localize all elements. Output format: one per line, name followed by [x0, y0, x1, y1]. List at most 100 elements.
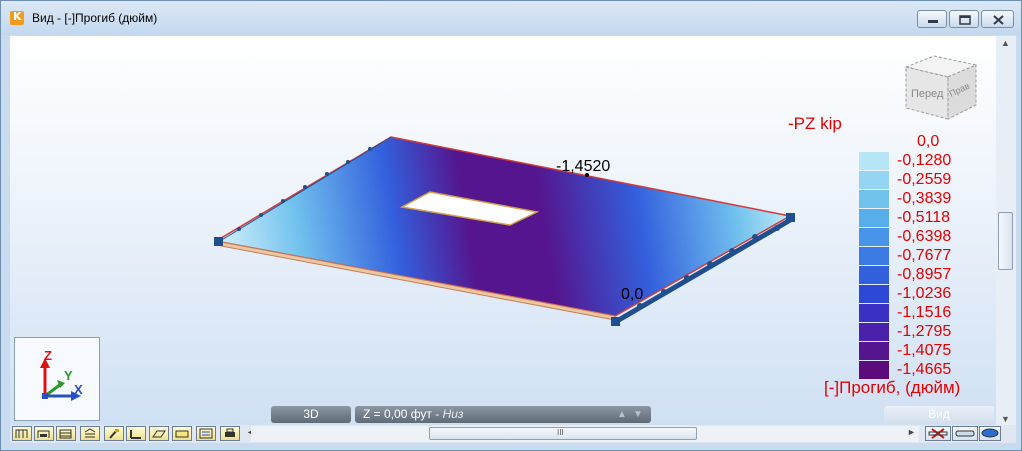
- grid-icon: [15, 429, 28, 438]
- legend-swatch: [859, 304, 889, 322]
- legend-value: 0,0: [917, 133, 940, 150]
- numbers-button[interactable]: [196, 426, 216, 441]
- legend-row: -0,8957: [859, 266, 979, 285]
- scroll-down-icon[interactable]: ▼: [1001, 414, 1010, 424]
- horizontal-scrollbar[interactable]: III ►: [251, 426, 919, 442]
- legend-value: -0,2559: [897, 171, 952, 188]
- legend-value: -0,1280: [897, 152, 952, 169]
- scroll-up-icon[interactable]: ▲: [1001, 38, 1010, 48]
- view-button[interactable]: Вид: [884, 406, 994, 423]
- legend-row: -0,2559: [859, 171, 979, 190]
- legend-value: -1,1516: [897, 304, 952, 321]
- slab-icon: [37, 430, 50, 438]
- pipe-icon: [955, 430, 975, 437]
- cube-front-label: Перед: [911, 88, 944, 100]
- legend-swatch: [859, 152, 889, 170]
- slab-surface: [213, 136, 793, 317]
- beam-button[interactable]: [126, 426, 146, 441]
- minimize-icon: [928, 20, 938, 23]
- support-end-right: [786, 213, 795, 222]
- wall-icon: [59, 429, 72, 439]
- view-cube[interactable]: Перед Прав: [894, 53, 984, 130]
- legend-swatch: [859, 285, 889, 303]
- restore-icon: [959, 15, 971, 25]
- wall-button[interactable]: [56, 426, 76, 441]
- legend-swatch: [859, 266, 889, 284]
- view-icon: [981, 428, 999, 438]
- view-cube-icon: Перед Прав: [904, 55, 978, 120]
- axis-x-label: X: [74, 382, 83, 397]
- foundation-button[interactable]: [80, 426, 100, 441]
- print-icon: [225, 428, 235, 437]
- plate-button[interactable]: [149, 426, 169, 441]
- legend-value: -1,0236: [897, 285, 952, 302]
- axis-z-label: Z: [44, 348, 52, 363]
- legend-swatch: [859, 171, 889, 189]
- legend-row: -1,4075: [859, 342, 979, 361]
- legend-value: -1,4075: [897, 342, 952, 359]
- vertical-scroll-thumb[interactable]: [998, 212, 1013, 270]
- vertical-scrollbar[interactable]: ▲ ▼: [996, 36, 1016, 427]
- view-mode-button[interactable]: 3D: [271, 406, 351, 423]
- support-end-left: [214, 237, 223, 246]
- zero-deflection-label: 0,0: [621, 286, 644, 303]
- print-button[interactable]: [220, 426, 240, 441]
- legend-row: -0,6398: [859, 228, 979, 247]
- legend-row: -0,3839: [859, 190, 979, 209]
- horizontal-scroll-thumb[interactable]: III: [429, 427, 697, 440]
- pipe-button[interactable]: [952, 426, 978, 441]
- legend-value: -0,3839: [897, 190, 952, 207]
- delete-button[interactable]: [925, 426, 951, 441]
- plate-icon: [152, 430, 166, 438]
- window-title: Вид - [-]Прогиб (дюйм): [32, 11, 158, 25]
- legend-row: -1,0236: [859, 285, 979, 304]
- plane-up-arrow-icon[interactable]: ▲: [617, 406, 627, 423]
- legend-caption: [-]Прогиб, (дюйм): [824, 378, 961, 397]
- legend-swatch: [859, 247, 889, 265]
- brush-button[interactable]: [104, 426, 124, 441]
- legend-row: 0,0: [859, 133, 979, 152]
- maximize-button[interactable]: [949, 10, 979, 28]
- app-icon: [10, 10, 24, 25]
- delete-icon: [928, 428, 948, 439]
- view-status-bar: 3D Z = 0,00 фут - Низ ▲ ▼: [271, 406, 651, 423]
- legend-swatch: [859, 361, 889, 379]
- numbers-icon: [199, 428, 213, 439]
- legend-row: -0,1280: [859, 152, 979, 171]
- plane-text: Z = 0,00 фут -: [363, 407, 443, 421]
- max-deflection-label: -1,4520: [556, 158, 611, 175]
- scroll-grip: III: [557, 428, 564, 437]
- view-window: Вид - [-]Прогиб (дюйм): [0, 0, 1022, 451]
- legend-title: -PZ kip: [788, 114, 842, 133]
- foundation-icon: [84, 428, 96, 438]
- legend-value: -0,5118: [897, 209, 951, 226]
- plane-selector[interactable]: Z = 0,00 фут - Низ ▲ ▼: [355, 406, 651, 423]
- axes-indicator: Z Y X: [14, 337, 100, 421]
- legend-value: -1,2795: [897, 323, 952, 340]
- legend-swatch: [859, 228, 889, 246]
- legend-value: -0,8957: [897, 266, 952, 283]
- legend-swatch: [859, 209, 889, 227]
- view-options-button[interactable]: [979, 426, 1001, 441]
- legend-value: -1,4665: [897, 361, 952, 378]
- axes-icon: Z Y X: [40, 348, 83, 401]
- legend-value: -0,6398: [897, 228, 952, 245]
- legend-swatch: [859, 190, 889, 208]
- legend-value: -0,7677: [897, 247, 952, 264]
- close-icon: [993, 15, 1004, 25]
- title-bar[interactable]: Вид - [-]Прогиб (дюйм): [1, 1, 1021, 35]
- support-end-bottom: [611, 317, 620, 326]
- legend-row: -0,5118: [859, 209, 979, 228]
- plane-side: Низ: [442, 407, 464, 421]
- legend-swatch: [859, 342, 889, 360]
- legend-row: -0,7677: [859, 247, 979, 266]
- legend-row: -1,1516: [859, 304, 979, 323]
- grid-button[interactable]: [12, 426, 32, 441]
- plane-down-arrow-icon[interactable]: ▼: [633, 406, 643, 423]
- minimize-button[interactable]: [917, 10, 947, 28]
- close-button[interactable]: [981, 10, 1014, 28]
- panel-button[interactable]: [172, 426, 192, 441]
- scroll-right-icon[interactable]: ►: [907, 427, 916, 437]
- slab-button[interactable]: [34, 426, 54, 441]
- panel-icon: [175, 430, 189, 438]
